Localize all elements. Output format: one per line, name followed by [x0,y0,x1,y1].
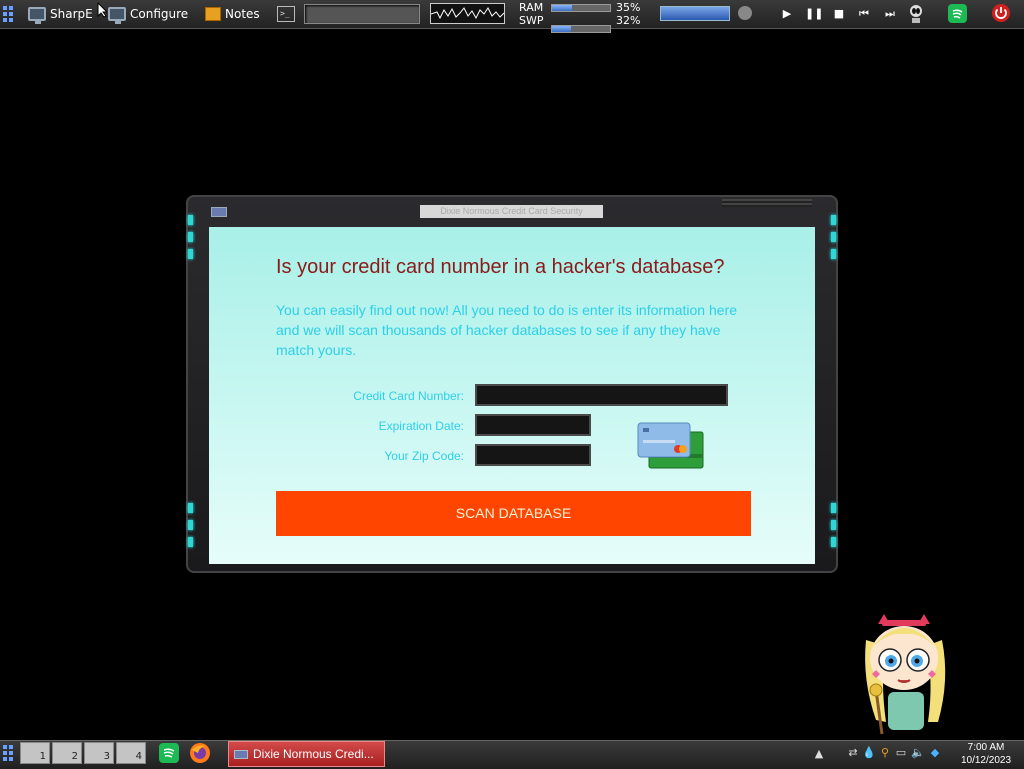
dialog-titlebar-decoration [722,199,812,207]
tray-network-icon[interactable]: ⇄ [846,746,860,760]
speaker-icon[interactable] [738,6,752,20]
tray-expand-icon[interactable]: ▲ [812,747,826,761]
tray-volume-icon[interactable]: 🔈 [911,746,925,760]
terminal-launcher[interactable]: >_ [277,4,295,24]
workspace-1[interactable]: 1 [20,742,50,764]
previous-track-icon[interactable]: ⏮ [856,6,872,22]
swp-meter [551,25,611,33]
cpu-graph [430,3,505,24]
dialog-menu-icon[interactable] [211,207,227,217]
swp-meter-fill [552,26,571,32]
alien-app-icon[interactable] [908,4,924,24]
headline: Is your credit card number in a hacker's… [276,256,725,278]
task-entry-label: Dixie Normous Credi... [253,747,374,761]
ram-percent: 35% [616,1,641,14]
frame-led [831,215,836,225]
zip-code-label: Your Zip Code: [384,449,464,463]
clock[interactable]: 7:00 AM 10/12/2023 [958,741,1014,767]
workspace-number: 1 [39,751,46,762]
volume-slider[interactable] [660,6,730,21]
scan-database-button[interactable]: SCAN DATABASE [276,491,751,536]
frame-led [188,503,193,513]
frame-led [831,503,836,513]
stop-icon[interactable]: ■ [831,6,847,22]
spotify-taskbar-icon[interactable] [159,743,179,763]
task-entry-dixie[interactable]: Dixie Normous Credi... [228,741,385,767]
launcher-label: Configure [130,7,189,21]
workspace-2[interactable]: 2 [52,742,82,764]
dialog-title[interactable]: Dixie Normous Credit Card Security [420,205,603,218]
workspace-4[interactable]: 4 [116,742,146,764]
power-icon[interactable] [991,3,1011,23]
workspace-number: 4 [135,751,142,762]
ram-meter-fill [552,5,573,11]
firefox-icon[interactable] [189,742,211,764]
task-display-field [304,4,420,24]
pause-icon[interactable]: ❚❚ [805,6,823,22]
tray-search-icon[interactable]: ⚲ [878,746,892,760]
frame-led [188,215,193,225]
launcher-sharpe[interactable]: SharpE [28,4,93,24]
swp-label: SWP [519,14,544,27]
card-number-label: Credit Card Number: [353,389,464,403]
frame-led [188,537,193,547]
window-icon [234,750,248,759]
monitor-icon [28,7,46,24]
frame-led [831,232,836,242]
frame-led [831,249,836,259]
tray-drop-icon[interactable]: 💧 [862,746,876,760]
clock-time: 7:00 AM [967,742,1005,753]
description-text: You can easily find out now! All you nee… [276,302,737,358]
ram-label: RAM [519,1,544,14]
taskbar-menu-icon[interactable] [3,745,15,761]
notes-icon [205,7,221,21]
launcher-label: SharpE [50,7,93,21]
next-track-icon[interactable]: ⏭ [882,6,898,22]
credit-cards-icon [637,422,705,470]
ram-meter [551,4,611,12]
workspace-number: 3 [103,751,110,762]
launcher-label: Notes [225,7,260,21]
tray-display-icon[interactable]: ▭ [894,746,908,760]
workspace-number: 2 [71,751,78,762]
top-panel: SharpE Configure Notes >_ RAM 35% SWP 32… [0,0,1024,33]
mouse-cursor-icon [97,1,109,21]
expiration-date-label: Expiration Date: [378,419,464,433]
card-number-input[interactable] [475,384,728,406]
clock-date: 10/12/2023 [960,755,1012,766]
workspace-3[interactable]: 3 [84,742,114,764]
tray-app-icon[interactable]: ◆ [928,746,942,760]
launcher-notes[interactable]: Notes [205,4,260,24]
start-menu-icon[interactable] [3,6,15,22]
swp-percent: 32% [616,14,641,27]
terminal-icon: >_ [277,6,295,22]
expiration-date-input[interactable] [475,414,591,436]
frame-led [188,232,193,242]
frame-led [188,520,193,530]
play-icon[interactable]: ▶ [779,6,795,22]
launcher-configure[interactable]: Configure [108,4,188,24]
frame-led [831,520,836,530]
star-butterfly-mascot [852,610,956,738]
configure-icon [108,7,126,24]
frame-led [188,249,193,259]
frame-led [831,537,836,547]
spotify-icon[interactable] [948,4,967,23]
zip-code-input[interactable] [475,444,591,466]
